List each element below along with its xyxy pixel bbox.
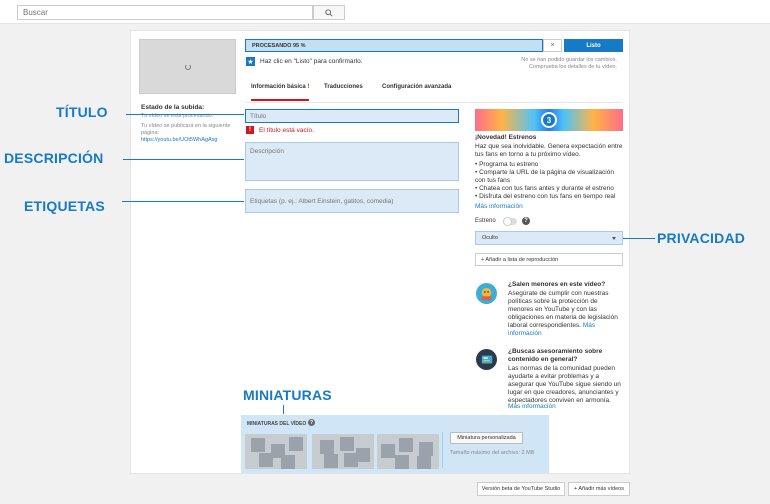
community-guidelines-icon — [476, 349, 497, 370]
help-icon[interactable]: ? — [522, 217, 530, 225]
description-input[interactable] — [245, 142, 459, 181]
premiere-label: Estreno — [475, 218, 496, 224]
list-item: • Comparte la URL de la página de visual… — [475, 169, 614, 184]
help-icon[interactable]: ? — [308, 419, 315, 426]
tab-translations[interactable]: Traducciones — [324, 84, 363, 90]
tab-basic-info[interactable]: Información básica ! — [251, 84, 310, 101]
video-link[interactable]: https://youtu.be/UOt5WhAgAsg — [141, 137, 217, 143]
save-error-note: No se han podido guardar los cambios. Co… — [521, 57, 617, 71]
callout-title-line — [126, 114, 244, 115]
star-icon: ★ — [246, 57, 255, 66]
promo-list: • Programa tu estreno • Comparte la URL … — [475, 161, 625, 201]
thumbnail-option[interactable] — [377, 434, 439, 469]
callout-privacy: PRIVACIDAD — [657, 230, 746, 246]
callout-description: DESCRIPCIÓN — [4, 150, 104, 166]
toggle-knob — [503, 217, 512, 226]
upload-status-published: Tu vídeo se publicará en la siguiente — [141, 123, 231, 129]
premiere-countdown-badge: 3 — [541, 112, 557, 128]
promo-title: ¡Novedad! Estrenos — [475, 134, 537, 141]
search-icon — [325, 8, 333, 17]
studio-beta-button[interactable]: Versión beta de YouTube Studio — [477, 482, 565, 496]
list-item: • Chatea con tus fans antes y durante el… — [475, 185, 614, 192]
info-guidelines-body: Las normas de la comunidad pueden ayudar… — [508, 365, 621, 404]
thumbnails-label: MINIATURAS DEL VÍDEO — [247, 421, 307, 427]
info-minors-text: Asegúrate de cumplir con nuestras políti… — [508, 290, 618, 329]
upload-card: Estado de la subida: Tu vídeo se está pr… — [130, 30, 630, 474]
cancel-upload-button[interactable]: × — [543, 39, 562, 52]
tab-advanced-settings[interactable]: Configuración avanzada — [382, 84, 451, 90]
thumbnails-divider — [442, 432, 443, 468]
thumbnails-section: MINIATURAS DEL VÍDEO ? Miniatura persona… — [241, 415, 549, 473]
title-error: El título está vacío. — [259, 127, 314, 134]
info-minors-body: Asegúrate de cumplir con nuestras políti… — [508, 290, 623, 338]
callout-thumbnails-line — [283, 405, 284, 414]
promo-body: Haz que sea inolvidable. Genera expectac… — [475, 143, 623, 158]
loading-spinner-icon — [184, 63, 191, 70]
chevron-down-icon — [612, 237, 616, 240]
done-hint: Haz clic en "Listo" para confirmarlo. — [260, 58, 363, 65]
done-button[interactable]: Listo — [564, 39, 623, 52]
video-preview — [139, 39, 236, 94]
privacy-selected-value: Oculto — [482, 235, 498, 241]
add-to-playlist-button[interactable]: + Añadir a lista de reproducción — [475, 253, 623, 266]
callout-title: TÍTULO — [56, 104, 108, 120]
custom-thumbnail-button[interactable]: Miniatura personalizada — [450, 432, 523, 444]
callout-tags-line — [122, 201, 244, 202]
title-input[interactable] — [245, 109, 459, 123]
tags-input[interactable] — [245, 189, 459, 213]
info-guidelines-more-link[interactable]: Más información — [508, 403, 623, 411]
callout-privacy-line — [623, 238, 655, 239]
search-button[interactable] — [313, 5, 345, 20]
add-more-videos-button[interactable]: + Añadir más vídeos — [568, 482, 630, 496]
info-guidelines-title: ¿Buscas asesoramiento sobre contenido en… — [508, 348, 603, 363]
save-note-line-2: Comprueba los detalles de tu vídeo. — [528, 64, 617, 70]
child-safety-icon — [476, 283, 497, 304]
premiere-promo-image: 3 — [475, 109, 623, 131]
thumbnail-option[interactable] — [245, 434, 307, 469]
warning-icon: ! — [307, 84, 310, 90]
promo-more-link[interactable]: Más información — [475, 203, 523, 210]
info-minors-title: ¿Salen menores en este vídeo? — [508, 281, 606, 288]
save-note-line-1: No se han podido guardar los cambios. — [521, 57, 617, 63]
thumbnail-max-size: Tamaño máximo del archivo: 2 MB — [450, 450, 535, 456]
tab-bar: Información básica ! Traducciones Config… — [245, 75, 623, 103]
list-item: • Programa tu estreno — [475, 161, 539, 168]
tab-basic-info-label: Información básica — [251, 84, 306, 90]
premiere-toggle[interactable] — [503, 217, 517, 226]
progress-bar: PROCESANDO 95 % — [245, 39, 543, 52]
upload-status-title: Estado de la subida: — [141, 104, 205, 111]
upload-status-page: página: — [141, 130, 160, 136]
progress-text: PROCESANDO 95 % — [252, 43, 306, 49]
top-bar — [0, 0, 770, 24]
callout-tags: ETIQUETAS — [24, 198, 105, 214]
callout-description-line — [123, 159, 244, 160]
privacy-select[interactable]: Oculto — [475, 231, 623, 245]
search-input[interactable] — [17, 5, 313, 20]
callout-thumbnails: MINIATURAS — [243, 387, 332, 403]
thumbnail-option[interactable] — [312, 434, 374, 469]
error-icon: ! — [246, 126, 254, 134]
list-item: • Disfruta del estreno con tus fans en t… — [475, 193, 616, 200]
